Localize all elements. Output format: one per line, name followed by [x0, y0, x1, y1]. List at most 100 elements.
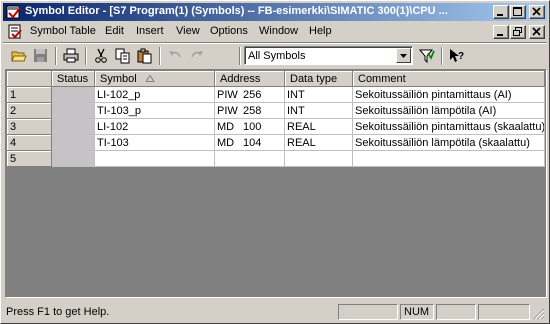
- open-icon: [11, 51, 27, 62]
- title-bar[interactable]: Symbol Editor - [S7 Program(1) (Symbols)…: [3, 3, 547, 21]
- menu-bar: Symbol Table Edit Insert View Options Wi…: [3, 22, 547, 41]
- row-number[interactable]: 4: [7, 135, 52, 151]
- address-number: 100: [243, 121, 262, 133]
- dropdown-button[interactable]: [396, 48, 411, 63]
- status-panel: [436, 304, 476, 320]
- filter-button[interactable]: [417, 47, 437, 65]
- copy-icon: [115, 48, 130, 64]
- menu-edit[interactable]: Edit: [105, 25, 124, 37]
- cell-status[interactable]: [52, 119, 95, 135]
- resize-grip-icon[interactable]: [533, 308, 545, 320]
- row-number[interactable]: 2: [7, 103, 52, 119]
- cell-data-type[interactable]: REAL: [285, 119, 353, 135]
- cell-address[interactable]: PIW 256: [215, 87, 285, 103]
- paste-button[interactable]: [135, 47, 155, 65]
- column-header-data-type[interactable]: Data type: [285, 71, 353, 87]
- minimize-button[interactable]: [493, 5, 509, 19]
- address-type: MD: [217, 137, 235, 149]
- redo-button[interactable]: [187, 47, 207, 65]
- address-type: PIW: [217, 89, 238, 101]
- cut-icon: [95, 48, 107, 63]
- filter-icon: [419, 49, 435, 64]
- close-button[interactable]: [529, 5, 545, 19]
- menu-view[interactable]: View: [176, 25, 200, 37]
- menu-help[interactable]: Help: [309, 25, 332, 37]
- save-button[interactable]: [31, 47, 51, 65]
- cell-status[interactable]: [52, 87, 95, 103]
- address-number: 104: [243, 137, 262, 149]
- cell-status[interactable]: [52, 151, 95, 167]
- menu-symbol-table[interactable]: Symbol Table: [30, 25, 96, 37]
- cell-address[interactable]: PIW 258: [215, 103, 285, 119]
- print-button[interactable]: [61, 47, 81, 65]
- cell-comment[interactable]: Sekoitussäiliön pintamittaus (AI): [353, 87, 545, 103]
- maximize-button[interactable]: [510, 5, 526, 19]
- app-icon[interactable]: [6, 4, 22, 20]
- header-corner[interactable]: [7, 71, 52, 87]
- close-icon: [532, 27, 541, 36]
- mdi-restore-button[interactable]: [510, 25, 526, 39]
- cell-comment[interactable]: [353, 151, 545, 167]
- menu-options[interactable]: Options: [210, 25, 248, 37]
- document-icon[interactable]: [8, 24, 24, 40]
- cell-data-type[interactable]: INT: [285, 87, 353, 103]
- cell-symbol[interactable]: LI-102_p: [95, 87, 215, 103]
- cell-comment[interactable]: Sekoitussäiliön lämpötila (AI): [353, 103, 545, 119]
- cell-symbol[interactable]: TI-103_p: [95, 103, 215, 119]
- column-header-address[interactable]: Address: [215, 71, 285, 87]
- cell-comment[interactable]: Sekoitussäiliön pintamittaus (skaalattu): [353, 119, 545, 135]
- copy-button[interactable]: [113, 47, 133, 65]
- cell-data-type[interactable]: [285, 151, 353, 167]
- cell-address[interactable]: MD 104: [215, 135, 285, 151]
- print-icon: [63, 48, 79, 63]
- row-number[interactable]: 5: [7, 151, 52, 167]
- address-type: PIW: [217, 105, 238, 117]
- restore-icon: [513, 27, 522, 36]
- symbol-table: Status Symbol Address Data type Comment …: [7, 71, 545, 296]
- minimize-icon: [497, 34, 503, 36]
- open-button[interactable]: [9, 47, 29, 65]
- cell-comment[interactable]: Sekoitussäiliön lämpötila (skaalattu): [353, 135, 545, 151]
- symbol-editor-window: Symbol Editor - [S7 Program(1) (Symbols)…: [0, 0, 550, 324]
- redo-icon: [191, 51, 203, 58]
- column-header-status[interactable]: Status: [52, 71, 95, 87]
- cell-status[interactable]: [52, 135, 95, 151]
- svg-text:?: ?: [458, 51, 464, 62]
- address-number: 258: [243, 105, 262, 117]
- toolbar-separator: [159, 47, 161, 65]
- minimize-icon: [497, 14, 503, 16]
- undo-icon: [169, 51, 181, 58]
- mdi-close-button[interactable]: [529, 25, 545, 39]
- mdi-minimize-button[interactable]: [493, 25, 509, 39]
- cell-address[interactable]: [215, 151, 285, 167]
- cell-data-type[interactable]: REAL: [285, 135, 353, 151]
- row-number[interactable]: 1: [7, 87, 52, 103]
- cell-data-type[interactable]: INT: [285, 103, 353, 119]
- toolbar-separator: [441, 47, 443, 65]
- cell-status[interactable]: [52, 103, 95, 119]
- window-title: Symbol Editor - [S7 Program(1) (Symbols)…: [25, 5, 448, 17]
- whats-this-help-button[interactable]: ?: [447, 47, 467, 65]
- address-type: MD: [217, 121, 235, 133]
- row-number[interactable]: 3: [7, 119, 52, 135]
- paste-icon: [137, 48, 152, 64]
- cell-symbol[interactable]: [95, 151, 215, 167]
- column-header-symbol[interactable]: Symbol: [95, 71, 215, 87]
- status-panel: [338, 304, 398, 320]
- undo-button[interactable]: [165, 47, 185, 65]
- num-lock-indicator: NUM: [400, 304, 434, 320]
- cell-symbol[interactable]: LI-102: [95, 119, 215, 135]
- symbol-filter-dropdown[interactable]: All Symbols: [244, 46, 413, 65]
- menu-insert[interactable]: Insert: [136, 25, 164, 37]
- column-header-comment[interactable]: Comment: [353, 71, 545, 87]
- toolbar-separator: [55, 47, 57, 65]
- save-icon: [34, 49, 47, 62]
- menu-window[interactable]: Window: [259, 25, 298, 37]
- cell-symbol[interactable]: TI-103: [95, 135, 215, 151]
- toolbar-separator: [85, 47, 87, 65]
- status-message: Press F1 to get Help.: [6, 306, 110, 318]
- whats-this-help-icon: ?: [450, 49, 464, 62]
- close-icon: [532, 7, 541, 16]
- cut-button[interactable]: [91, 47, 111, 65]
- cell-address[interactable]: MD 100: [215, 119, 285, 135]
